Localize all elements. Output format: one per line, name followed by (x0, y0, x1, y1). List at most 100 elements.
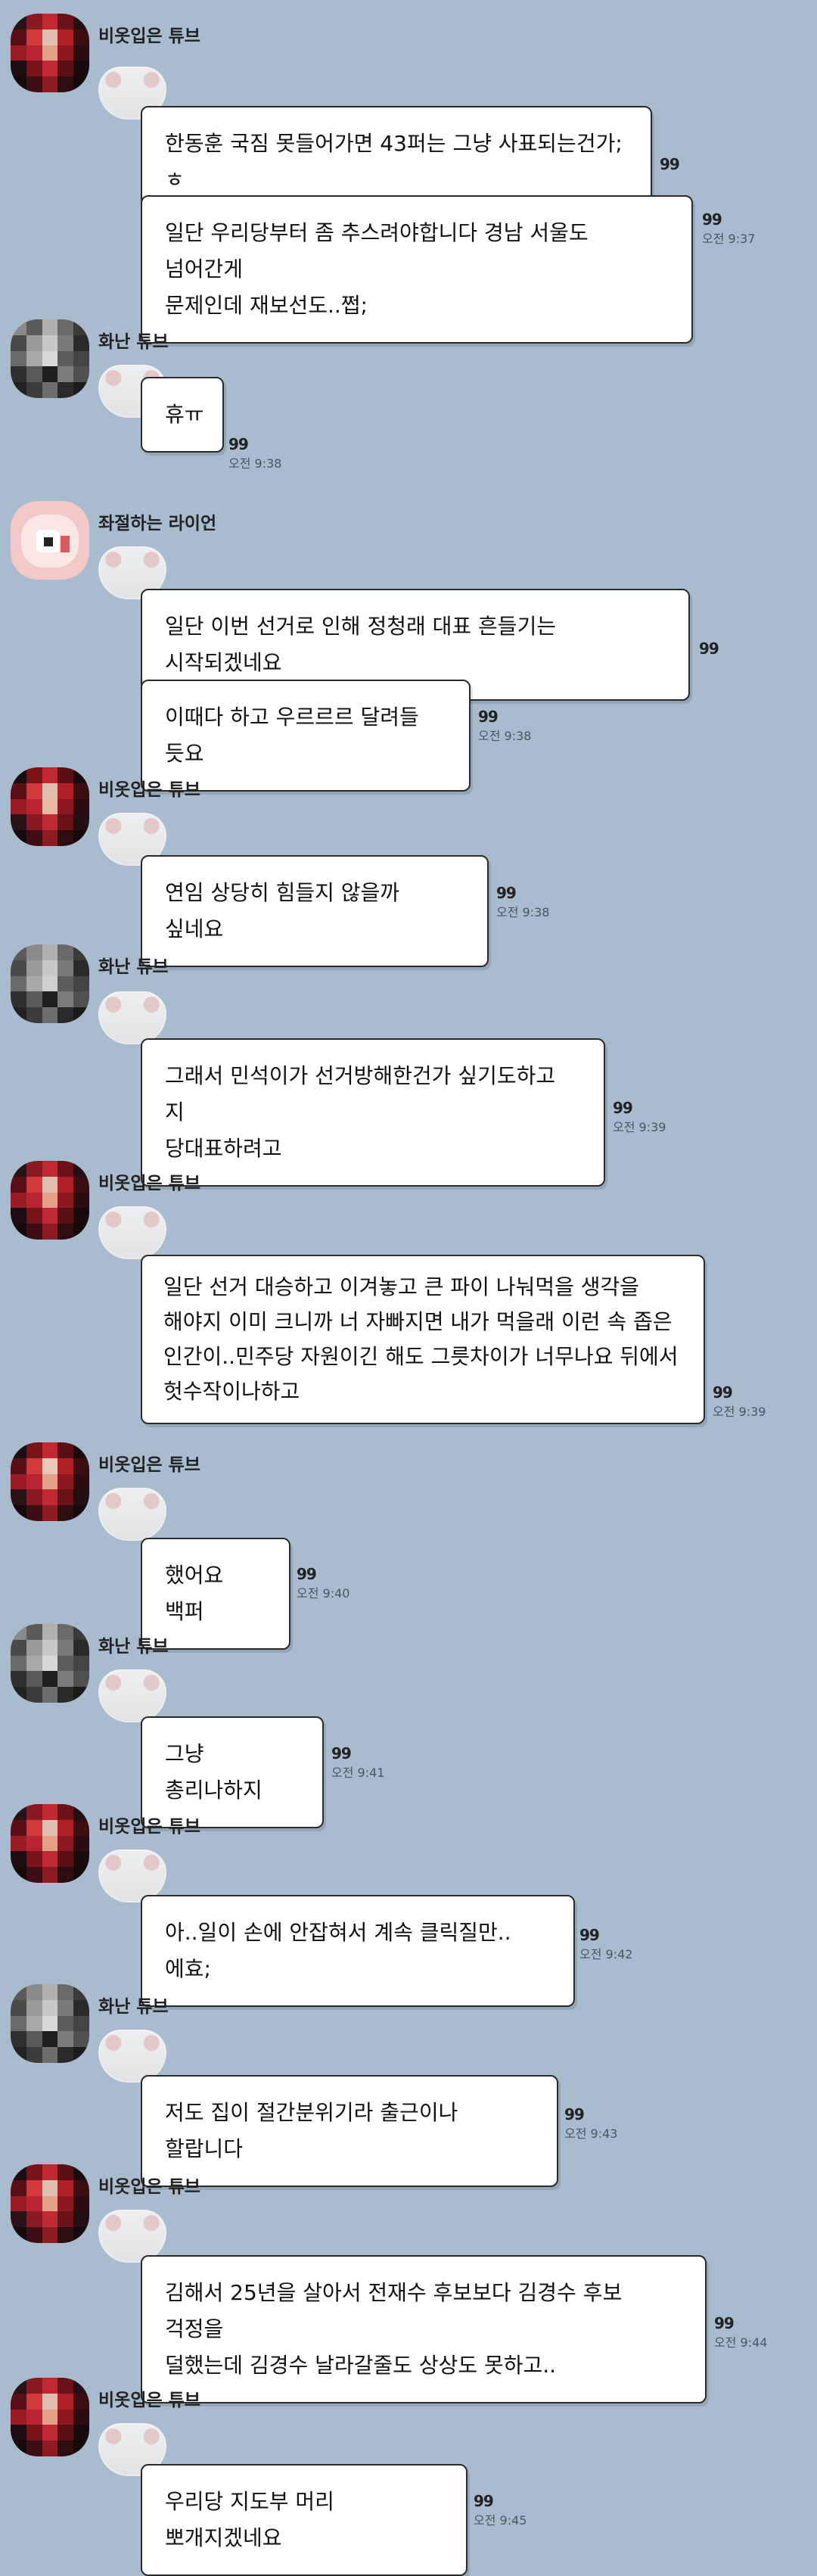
sender-name: 비옷입은 튜브 (98, 1817, 200, 1837)
sender-name: 비옷입은 튜브 (98, 26, 200, 46)
sticker-icon (98, 1488, 166, 1541)
red-avatar-icon (11, 14, 89, 92)
sticker-icon (98, 1206, 166, 1259)
message-text: 일단 이번 선거로 인해 정청래 대표 흔들기는 시작되겠네요 (165, 614, 557, 675)
message-meta: 99 오전 9:39 (613, 1099, 666, 1135)
message-text: 일단 우리당부터 좀 추스려야합니다 경남 서울도 넘어간게 (165, 220, 589, 282)
avatar[interactable] (11, 944, 89, 1023)
unread-count: 99 (702, 210, 722, 229)
avatar[interactable] (11, 1984, 89, 2063)
gray-avatar-icon (11, 1624, 89, 1703)
red-avatar-icon (11, 1442, 89, 1521)
avatar[interactable] (11, 1624, 89, 1703)
avatar[interactable] (11, 1804, 89, 1883)
unread-count: 99 (331, 1744, 352, 1762)
avatar[interactable] (11, 319, 89, 398)
unread-count: 99 (660, 155, 680, 173)
message-meta: 99 오전 9:44 (714, 2314, 767, 2350)
message-meta: 99 오전 9:45 (474, 2492, 527, 2528)
message-bubble[interactable]: 우리당 지도부 머리 뽀개지겠네요 (141, 2464, 468, 2576)
unread-count: 99 (478, 708, 499, 726)
message-text: 그냥 총리나하지 (165, 1741, 262, 1803)
unread-count: 99 (496, 884, 517, 902)
message-bubble[interactable]: 휴ㅠ (141, 377, 224, 453)
message-bubble[interactable]: 일단 선거 대승하고 이겨놓고 큰 파이 나눠먹을 생각을 해야지 이미 크니까… (141, 1255, 705, 1424)
message-bubble[interactable]: 김해서 25년을 살아서 전재수 후보보다 김경수 후보 걱정을 덜했는데 김경… (141, 2255, 707, 2403)
message-meta: 99 오전 9:41 (331, 1744, 384, 1781)
sender-name: 비옷입은 튜브 (98, 780, 200, 800)
unread-count: 99 (713, 1383, 733, 1402)
sender-name: 화난 튜브 (98, 957, 169, 977)
message-text: 김해서 25년을 살아서 전재수 후보보다 김경수 후보 걱정을 (165, 2280, 623, 2341)
message-time: 오전 9:38 (478, 729, 532, 743)
message-time: 오전 9:38 (228, 456, 282, 471)
message-time: 오전 9:41 (331, 1766, 385, 1780)
message-time: 오전 9:40 (297, 1586, 350, 1601)
message-text: 일단 선거 대승하고 이겨놓고 큰 파이 나눠먹을 생각을 (163, 1274, 640, 1299)
message-text: 우리당 지도부 머리 뽀개지겠네요 (165, 2489, 334, 2550)
sticker-icon (98, 991, 166, 1044)
message-time: 오전 9:37 (702, 232, 756, 246)
message-time: 오전 9:42 (579, 1947, 633, 1962)
gray-avatar-icon (11, 944, 89, 1023)
red-avatar-icon (11, 2164, 89, 2243)
avatar[interactable] (11, 14, 89, 92)
avatar[interactable] (11, 501, 89, 580)
message-bubble[interactable]: 일단 우리당부터 좀 추스려야합니다 경남 서울도 넘어간게 문제인데 재보선도… (141, 195, 693, 344)
message-time: 오전 9:45 (474, 2513, 527, 2528)
message-meta: 99 오전 9:39 (713, 1383, 766, 1420)
unread-count: 99 (579, 1926, 600, 1944)
sticker-icon (98, 1669, 166, 1722)
sender-name: 좌절하는 라이언 (98, 514, 217, 534)
message-text: 휴ㅠ (165, 402, 204, 427)
message-time: 오전 9:43 (564, 2126, 618, 2141)
message-bubble[interactable]: 연임 상당히 힘들지 않을까 싶네요 (141, 855, 489, 967)
message-meta: 99 오전 9:38 (496, 884, 549, 920)
sender-name: 비옷입은 튜브 (98, 1455, 200, 1475)
avatar[interactable] (11, 1161, 89, 1240)
message-time: 오전 9:44 (714, 2335, 768, 2350)
gray-avatar-icon (11, 319, 89, 398)
message-meta: 99 오전 9:43 (564, 2105, 617, 2142)
message-bubble[interactable]: 저도 집이 절간분위기라 출근이나 할랍니다 (141, 2075, 558, 2187)
message-text: 이때다 하고 우르르르 달려들 듯요 (165, 705, 419, 766)
avatar[interactable] (11, 767, 89, 846)
message-text: 저도 집이 절간분위기라 출근이나 할랍니다 (165, 2100, 458, 2161)
red-avatar-icon (11, 767, 89, 846)
avatar[interactable] (11, 1442, 89, 1521)
message-text: 한동훈 국짐 못들어가면 43퍼는 그냥 사표되는건가;ㅎ (165, 131, 623, 192)
unread-count: 99 (699, 639, 719, 658)
sender-name: 화난 튜브 (98, 332, 169, 352)
message-meta: 99 (660, 155, 680, 173)
avatar[interactable] (11, 2164, 89, 2243)
message-meta: 99 오전 9:37 (702, 210, 755, 247)
sender-name: 비옷입은 튜브 (98, 2391, 200, 2410)
message-meta: 99 (699, 639, 719, 658)
unread-count: 99 (228, 435, 249, 453)
message-meta: 99 오전 9:38 (228, 435, 281, 471)
sender-name: 화난 튜브 (98, 1997, 169, 2017)
message-text: 연임 상당히 힘들지 않을까 싶네요 (165, 880, 400, 941)
sender-name: 화난 튜브 (98, 1637, 169, 1657)
message-bubble[interactable]: 그래서 민석이가 선거방해한건가 싶기도하고 지 당대표하려고 (141, 1038, 605, 1187)
message-time: 오전 9:38 (496, 905, 550, 919)
message-text: 그래서 민석이가 선거방해한건가 싶기도하고 지 (165, 1063, 556, 1125)
message-text: 문제인데 재보선도..쩝; (165, 293, 368, 318)
unread-count: 99 (564, 2105, 585, 2123)
message-text: 인간이..민주당 자원이긴 해도 그릇차이가 너무나요 뒤에서 (163, 1344, 679, 1369)
message-time: 오전 9:39 (613, 1120, 666, 1134)
unread-count: 99 (474, 2492, 494, 2510)
sender-name: 비옷입은 튜브 (98, 2177, 200, 2197)
red-avatar-icon (11, 1804, 89, 1883)
lion-avatar-icon (11, 501, 89, 580)
message-time: 오전 9:39 (713, 1405, 766, 1419)
message-text: 아..일이 손에 안잡혀서 계속 클릭질만..에효; (165, 1920, 511, 1981)
message-meta: 99 오전 9:42 (579, 1926, 632, 1962)
message-meta: 99 오전 9:38 (478, 708, 531, 744)
red-avatar-icon (11, 2378, 89, 2456)
message-bubble[interactable]: 아..일이 손에 안잡혀서 계속 클릭질만..에효; (141, 1895, 575, 2007)
avatar[interactable] (11, 2378, 89, 2456)
message-text: 헛수작이나하고 (163, 1379, 300, 1404)
message-meta: 99 오전 9:40 (297, 1565, 349, 1601)
gray-avatar-icon (11, 1984, 89, 2063)
